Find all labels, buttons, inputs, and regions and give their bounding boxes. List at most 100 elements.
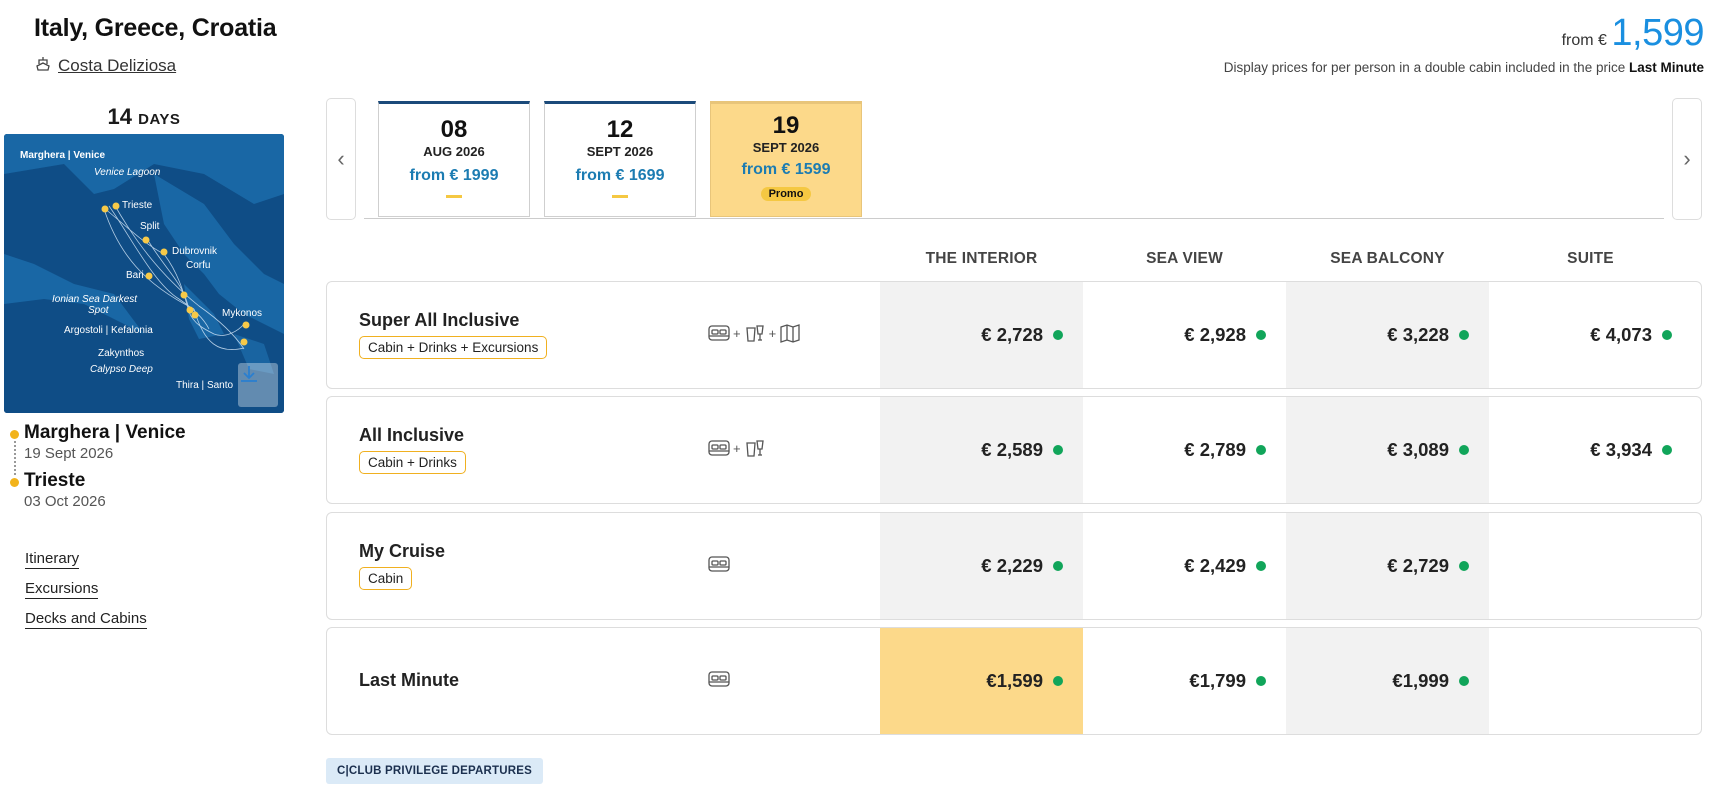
col-suite: SUITE xyxy=(1567,250,1614,267)
price-value[interactable]: €1,799 xyxy=(1189,670,1246,692)
price-value[interactable]: € 4,073 xyxy=(1590,324,1652,346)
price-value[interactable]: € 3,934 xyxy=(1590,439,1652,461)
availability-dot xyxy=(1256,561,1266,571)
map-label-thira: Thira | Santo xyxy=(176,380,234,391)
link-itinerary[interactable]: Itinerary xyxy=(25,550,80,569)
package-name: Super All Inclusive xyxy=(359,310,520,330)
availability-dot xyxy=(1053,445,1063,455)
package-name: All Inclusive xyxy=(359,425,465,445)
price-value[interactable]: €1,999 xyxy=(1392,670,1449,692)
package-badge: Cabin + Drinks + Excursions xyxy=(359,336,548,359)
availability-dot xyxy=(1459,676,1469,686)
link-decks-cabins[interactable]: Decks and Cabins xyxy=(25,610,147,629)
price-note: Display prices for per person in a doubl… xyxy=(1224,60,1704,75)
map-label-zakynthos: Zakynthos xyxy=(98,348,145,359)
map-label-spot: Spot xyxy=(88,305,109,316)
date-marker xyxy=(446,195,462,198)
price-interior[interactable]: € 2,728 xyxy=(880,282,1083,388)
price-interior[interactable]: € 2,229 xyxy=(880,513,1083,619)
date-card[interactable]: 08 AUG 2026 from € 1999 xyxy=(378,101,530,217)
map-download-button[interactable] xyxy=(238,363,278,407)
package-icons xyxy=(707,553,731,575)
bed-icon xyxy=(708,440,730,456)
price-sea-view[interactable]: € 2,928 xyxy=(1083,282,1286,388)
plus-icon: + xyxy=(733,325,741,341)
route-dot xyxy=(10,430,19,439)
carousel-divider xyxy=(364,218,1664,219)
link-excursions[interactable]: Excursions xyxy=(25,580,99,599)
price-value[interactable]: € 2,789 xyxy=(1184,439,1246,461)
map-label-mykonos: Mykonos xyxy=(222,308,263,319)
price-value[interactable]: € 2,728 xyxy=(981,324,1043,346)
date-card-selected[interactable]: 19 SEPT 2026 from € 1599 Promo xyxy=(710,101,862,217)
carousel-next-button[interactable]: › xyxy=(1672,98,1702,220)
plus-icon: + xyxy=(768,325,777,341)
date-marker xyxy=(612,195,628,198)
price-sea-balcony[interactable]: € 3,089 xyxy=(1286,397,1489,503)
cruise-title: Italy, Greece, Croatia xyxy=(34,14,277,42)
bed-icon xyxy=(708,671,730,687)
date-price: from € 1999 xyxy=(409,167,499,184)
start-date: 19 Sept 2026 xyxy=(24,445,114,462)
drinks-icon xyxy=(745,325,764,342)
price-interior-selected[interactable]: €1,599 xyxy=(880,628,1083,734)
chevron-left-icon: ‹ xyxy=(337,146,345,171)
price-sea-balcony[interactable]: € 3,228 xyxy=(1286,282,1489,388)
route-start: Marghera | Venice 19 Sept 2026 xyxy=(10,422,186,462)
availability-dot xyxy=(1459,561,1469,571)
cclub-badge[interactable]: C|CLUB PRIVILEGE DEPARTURES xyxy=(326,758,543,784)
map-label-trieste: Trieste xyxy=(122,200,153,211)
end-port: Trieste xyxy=(24,470,86,491)
ship-name[interactable]: Costa Deliziosa xyxy=(58,56,176,76)
date-price: from € 1699 xyxy=(575,167,665,184)
availability-dot xyxy=(1256,330,1266,340)
map-label-split: Split xyxy=(140,221,160,232)
price-value[interactable]: € 2,928 xyxy=(1184,324,1246,346)
itinerary-map[interactable]: Marghera | Venice Venice Lagoon Trieste … xyxy=(4,134,284,413)
price-sea-view[interactable]: € 2,789 xyxy=(1083,397,1286,503)
availability-dot xyxy=(1053,676,1063,686)
price-value[interactable]: € 2,429 xyxy=(1184,555,1246,577)
price-note-highlight: Last Minute xyxy=(1628,60,1704,75)
price-sea-balcony[interactable]: € 2,729 xyxy=(1286,513,1489,619)
price-value[interactable]: € 3,089 xyxy=(1387,439,1449,461)
plus-icon: + xyxy=(733,440,741,456)
ship-link[interactable]: Costa Deliziosa xyxy=(34,54,176,77)
availability-dot xyxy=(1459,330,1469,340)
map-label-dubrovnik: Dubrovnik xyxy=(172,246,218,257)
availability-dot xyxy=(1256,445,1266,455)
ship-icon xyxy=(34,54,52,77)
price-value[interactable]: € 2,229 xyxy=(981,555,1043,577)
from-label: from € xyxy=(1561,32,1607,49)
price-interior[interactable]: € 2,589 xyxy=(880,397,1083,503)
route-end: Trieste 03 Oct 2026 xyxy=(10,470,186,510)
price-value[interactable]: € 3,228 xyxy=(1387,324,1449,346)
price-suite-empty xyxy=(1489,628,1692,734)
map-label-ionian: Ionian Sea Darkest xyxy=(52,294,138,305)
price-value[interactable]: € 2,589 xyxy=(981,439,1043,461)
date-day: 19 xyxy=(772,112,800,139)
col-sea-view: SEA VIEW xyxy=(1146,250,1223,267)
package-row: My Cruise Cabin € 2,229 € 2,429 € 2,729 xyxy=(326,512,1702,620)
map-label-lagoon: Venice Lagoon xyxy=(94,167,161,178)
map-label-corfu: Corfu xyxy=(186,260,211,271)
price-suite[interactable]: € 4,073 xyxy=(1489,282,1692,388)
promo-badge: Promo xyxy=(760,187,812,201)
col-interior: THE INTERIOR xyxy=(925,250,1038,267)
price-sea-balcony[interactable]: €1,999 xyxy=(1286,628,1489,734)
col-sea-balcony: SEA BALCONY xyxy=(1330,250,1445,267)
carousel-prev-button[interactable]: ‹ xyxy=(326,98,356,220)
price-sea-view[interactable]: € 2,429 xyxy=(1083,513,1286,619)
date-month: AUG 2026 xyxy=(423,144,485,159)
price-value[interactable]: € 2,729 xyxy=(1387,555,1449,577)
duration-unit: DAYS xyxy=(138,111,181,128)
package-badge: Cabin + Drinks xyxy=(359,451,466,474)
package-row: All Inclusive Cabin + Drinks + € 2,589 €… xyxy=(326,396,1702,504)
bed-icon xyxy=(708,325,730,341)
date-card[interactable]: 12 SEPT 2026 from € 1699 xyxy=(544,101,696,217)
price-suite[interactable]: € 3,934 xyxy=(1489,397,1692,503)
map-label-calypso: Calypso Deep xyxy=(90,364,153,375)
package-icons: + + xyxy=(707,322,802,344)
price-value[interactable]: €1,599 xyxy=(986,670,1043,692)
price-sea-view[interactable]: €1,799 xyxy=(1083,628,1286,734)
